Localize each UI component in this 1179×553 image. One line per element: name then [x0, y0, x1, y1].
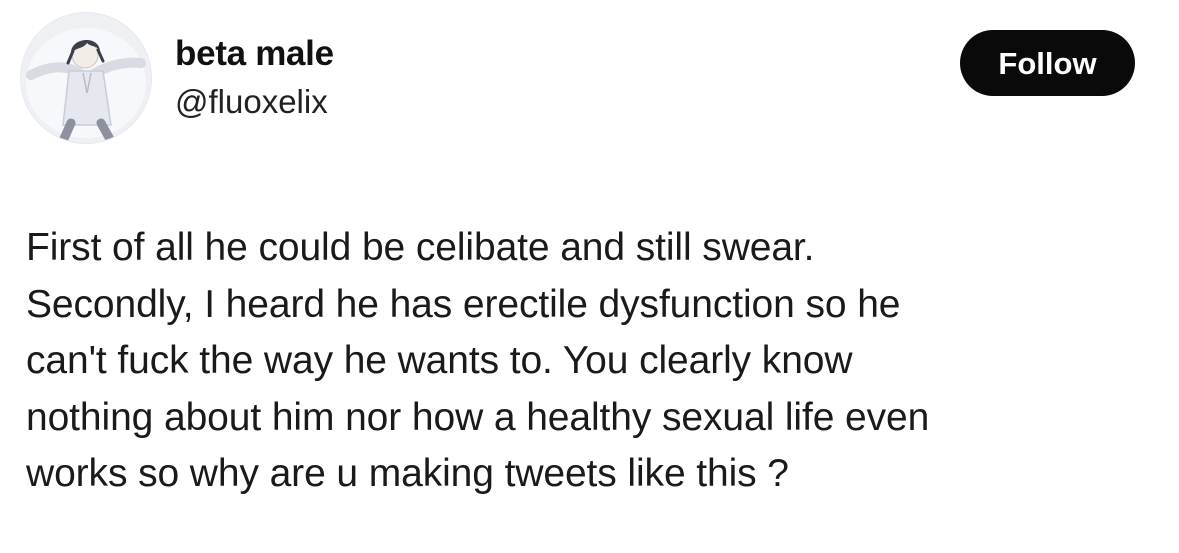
author-identity: beta male @fluoxelix [175, 32, 334, 124]
follow-button[interactable]: Follow [960, 30, 1135, 96]
tweet-card: beta male @fluoxelix Follow First of all… [0, 0, 1179, 553]
tweet-text-line: nothing about him nor how a healthy sexu… [26, 395, 930, 439]
avatar[interactable] [20, 12, 152, 144]
avatar-illustration-icon [21, 13, 151, 143]
tweet-header: beta male @fluoxelix Follow [20, 12, 1150, 152]
tweet-text-line: Secondly, I heard he has erectile dysfun… [26, 282, 901, 326]
tweet-text-line: can't fuck the way he wants to. You clea… [26, 339, 853, 382]
tweet-text-line: works so why are u making tweets like th… [26, 452, 789, 495]
display-name[interactable]: beta male [175, 32, 334, 76]
user-handle[interactable]: @fluoxelix [175, 80, 334, 124]
tweet-text: First of all he could be celibate and st… [26, 220, 1156, 503]
tweet-text-line: First of all he could be celibate and st… [26, 226, 815, 269]
